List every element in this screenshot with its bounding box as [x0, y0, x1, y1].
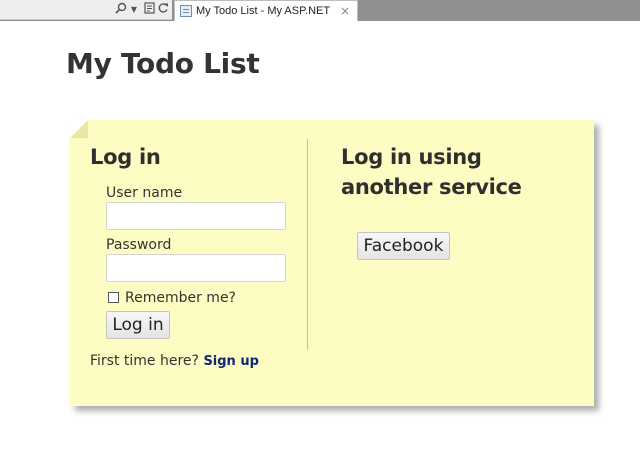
- password-label: Password: [106, 237, 172, 253]
- login-heading: Log in: [90, 145, 161, 169]
- external-login-heading: Log in using another service: [341, 142, 522, 202]
- remember-me-label[interactable]: Remember me?: [125, 289, 236, 307]
- address-bar-area: ▼: [0, 0, 172, 20]
- username-field[interactable]: [106, 202, 286, 230]
- browser-chrome: ▼ My Todo List - My ASP.NET... ×: [0, 0, 640, 21]
- external-heading-line2: another service: [341, 175, 522, 199]
- password-field[interactable]: [106, 254, 286, 282]
- remember-me-checkbox[interactable]: [108, 292, 119, 303]
- browser-tab[interactable]: My Todo List - My ASP.NET... ×: [174, 0, 358, 21]
- search-icon[interactable]: [114, 2, 128, 18]
- facebook-login-button[interactable]: Facebook: [357, 232, 450, 260]
- external-heading-line1: Log in using: [341, 145, 482, 169]
- refresh-icon[interactable]: [157, 2, 169, 18]
- login-button[interactable]: Log in: [106, 311, 170, 339]
- close-tab-icon[interactable]: ×: [337, 3, 353, 19]
- page-title: My Todo List: [66, 47, 260, 80]
- panel-divider: [307, 139, 308, 350]
- page-favicon-icon: [180, 5, 192, 17]
- compatibility-icon[interactable]: [143, 2, 155, 18]
- username-label: User name: [106, 185, 183, 201]
- signup-link[interactable]: Sign up: [203, 354, 258, 369]
- tab-title: My Todo List - My ASP.NET...: [196, 5, 330, 17]
- first-time-text: First time here?: [90, 353, 199, 369]
- dropdown-arrow-icon[interactable]: ▼: [129, 2, 139, 18]
- signup-prompt: First time here? Sign up: [90, 352, 259, 371]
- panel-fold-corner: [70, 120, 88, 138]
